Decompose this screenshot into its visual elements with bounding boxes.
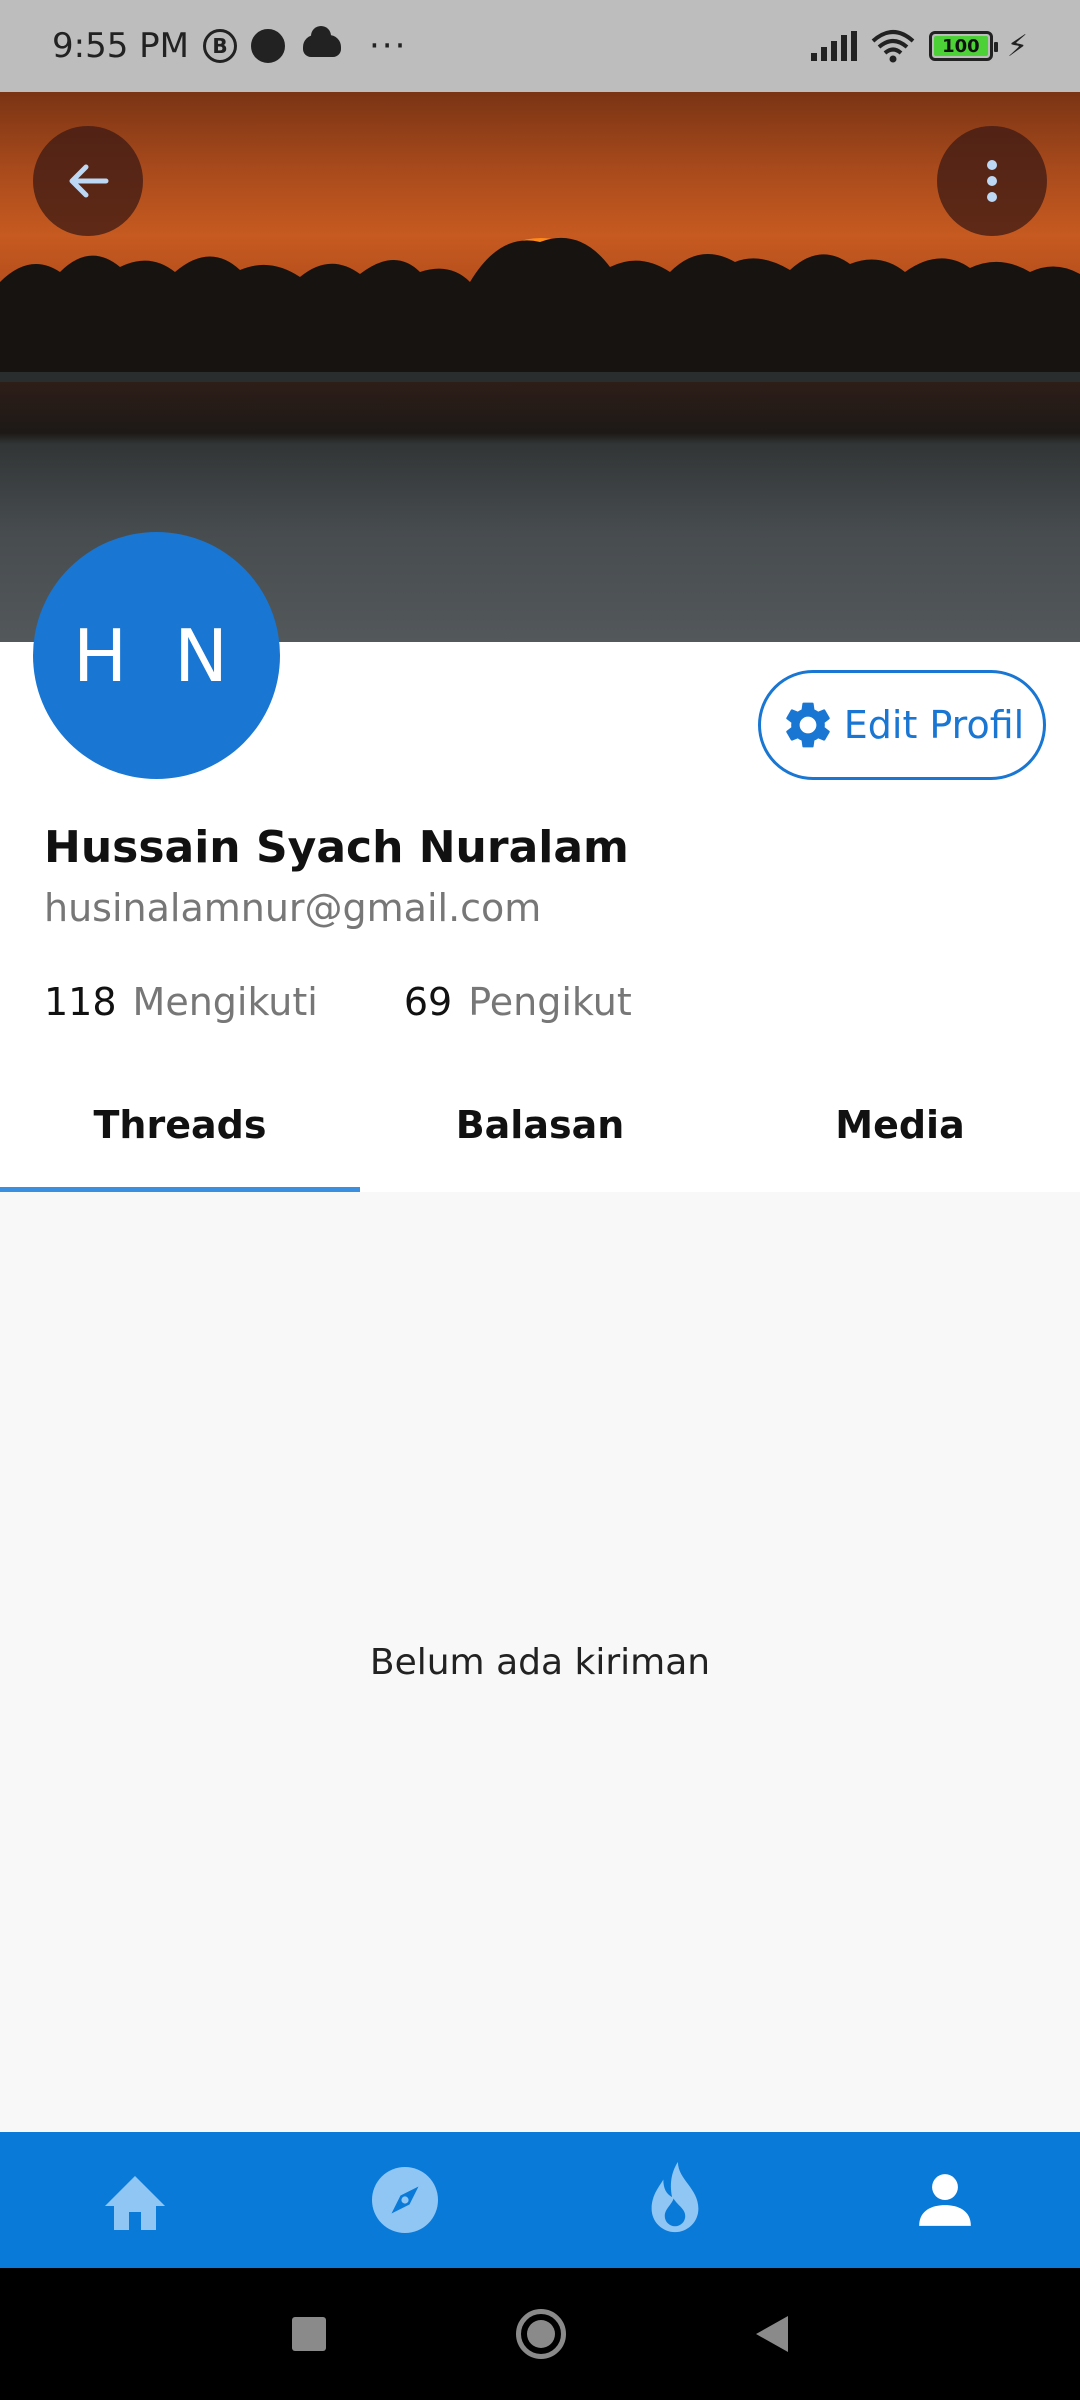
nav-profile[interactable] (810, 2132, 1080, 2268)
profile-name: Hussain Syach Nuralam (44, 822, 629, 873)
bottom-navigation (0, 2132, 1080, 2268)
wifi-icon (871, 29, 915, 63)
empty-state: Belum ada kiriman (0, 1192, 1080, 2132)
status-time: 9:55 PM (52, 26, 189, 66)
fire-icon (651, 2162, 699, 2233)
following-count[interactable]: 118 (44, 980, 117, 1024)
status-right: 100 ⚡ (810, 28, 1028, 64)
arrow-back-icon (69, 164, 109, 198)
followers-count[interactable]: 69 (404, 980, 452, 1024)
nav-explore[interactable] (270, 2132, 540, 2268)
followers-label[interactable]: Pengikut (468, 980, 632, 1024)
status-left: 9:55 PM B ··· (52, 26, 407, 66)
recents-square-icon[interactable] (292, 2317, 326, 2351)
signal-icon (810, 31, 857, 61)
battery-level: 100 (933, 36, 988, 57)
half-circle-icon (251, 29, 285, 63)
battery-icon: 100 (928, 31, 998, 61)
home-icon (105, 2176, 165, 2230)
more-vert-icon (987, 160, 997, 202)
profile-email: husinalamnur@gmail.com (44, 886, 542, 930)
following-label[interactable]: Mengikuti (133, 980, 318, 1024)
charging-bolt-icon: ⚡ (1006, 28, 1028, 64)
person-icon (919, 2174, 971, 2226)
system-navigation-bar (0, 2268, 1080, 2400)
empty-state-message: Belum ada kiriman (369, 1641, 711, 1683)
edit-profile-button[interactable]: Edit Profil (758, 670, 1046, 780)
back-triangle-icon[interactable] (756, 2316, 788, 2352)
edit-profile-label: Edit Profil (843, 703, 1025, 747)
profile-stats: 118 Mengikuti 69 Pengikut (44, 980, 718, 1024)
nav-trending[interactable] (540, 2132, 810, 2268)
tab-balasan[interactable]: Balasan (360, 1058, 720, 1192)
gear-icon (785, 702, 830, 748)
home-circle-icon[interactable] (516, 2309, 566, 2359)
cloud-icon (303, 26, 341, 57)
profile-tabs: Threads Balasan Media (0, 1058, 1080, 1192)
explore-compass-icon (372, 2167, 438, 2233)
status-bar: 9:55 PM B ··· 100 ⚡ (0, 0, 1080, 92)
avatar[interactable]: H N (33, 532, 280, 779)
tab-threads[interactable]: Threads (0, 1058, 360, 1192)
more-options-button[interactable] (937, 126, 1047, 236)
back-button[interactable] (33, 126, 143, 236)
tab-media[interactable]: Media (720, 1058, 1080, 1192)
nav-home[interactable] (0, 2132, 270, 2268)
more-notifications-dots: ··· (369, 26, 408, 66)
b-circle-icon: B (203, 29, 237, 63)
